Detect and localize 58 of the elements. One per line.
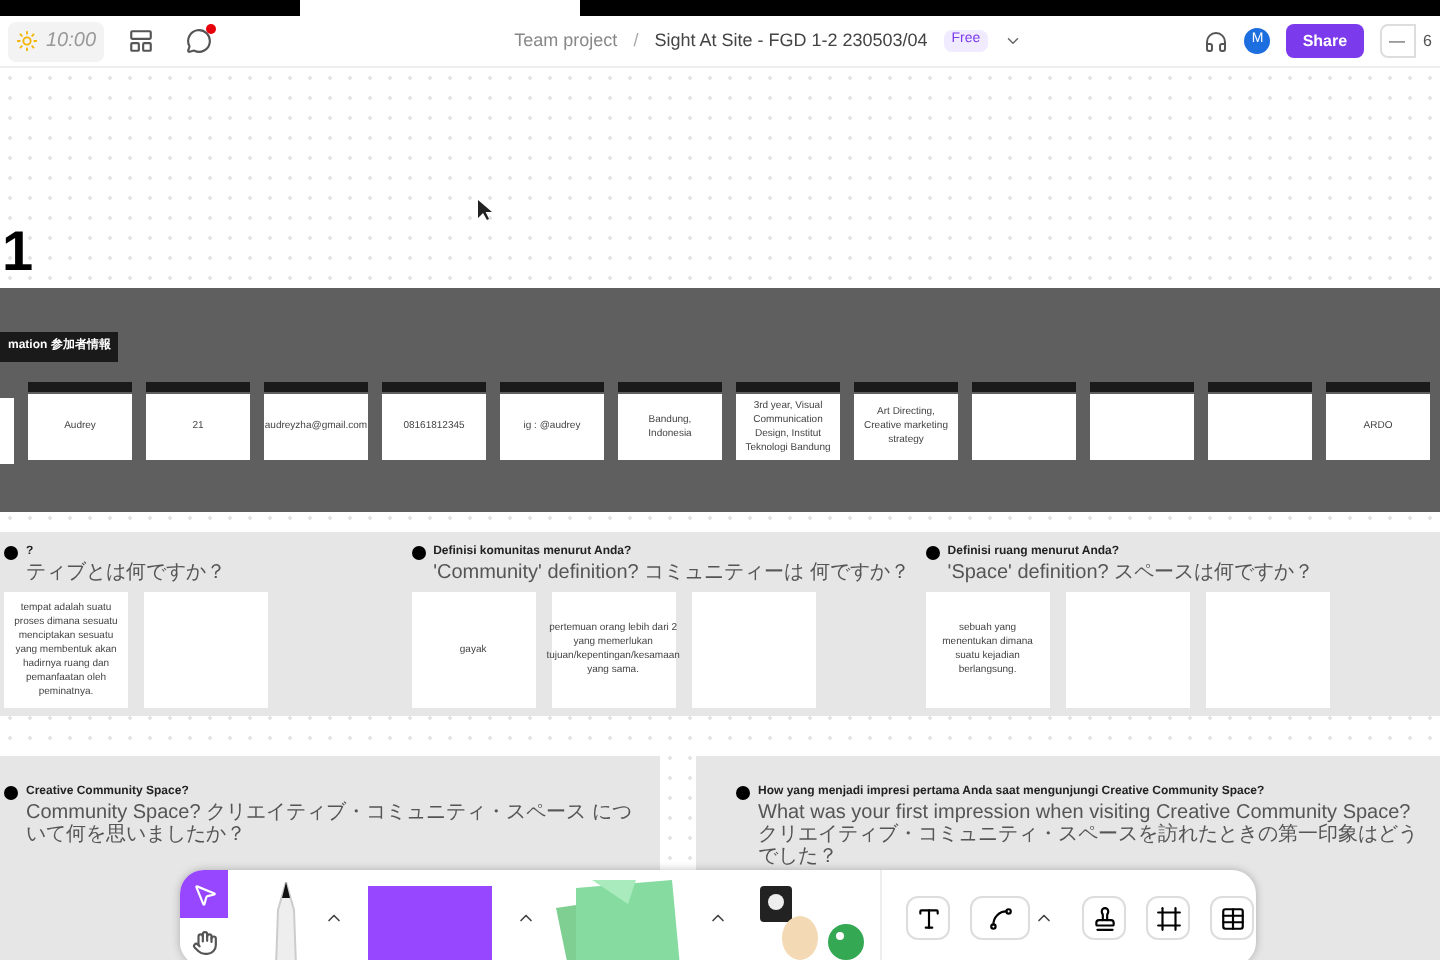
layout-icon[interactable] <box>128 28 155 54</box>
sticky-card <box>691 592 816 708</box>
sticky-card <box>1090 394 1194 460</box>
headphones-icon[interactable] <box>1204 29 1229 53</box>
column-header-bar <box>736 382 840 392</box>
sticky-card <box>0 398 14 464</box>
column-header-bar <box>146 382 250 392</box>
sticky-card <box>972 394 1076 460</box>
column-header-bar <box>1326 382 1430 392</box>
chevron-down-icon[interactable] <box>1004 32 1023 50</box>
pointer-icon <box>191 881 217 907</box>
sticky-card <box>1065 592 1190 708</box>
share-button[interactable]: Share <box>1286 24 1364 58</box>
comment-icon[interactable] <box>186 28 213 54</box>
cursor-icon <box>478 200 494 220</box>
column-header-bar <box>1090 382 1194 392</box>
stamp-tool[interactable] <box>1082 896 1126 940</box>
column-header-bar <box>854 382 958 392</box>
number-badge-icon <box>925 546 940 560</box>
question-subtitle: Community Space? クリエイティブ・コミュニティ・スペース について何を思いましたか？ <box>26 802 634 846</box>
frame-icon <box>1155 905 1181 931</box>
zoom-out-button[interactable]: — <box>1379 24 1416 58</box>
question-subtitle: What was your first impression when visiting Creative Community Space? クリエイティブ・コミュニティ・スペースを訪れたときの第一印象はどうでした？ <box>758 802 1420 868</box>
pen-tool-icon[interactable] <box>272 882 300 960</box>
column-header-bar <box>382 382 486 392</box>
connector-icon <box>987 905 1013 931</box>
number-badge-icon <box>4 786 18 800</box>
number-badge-icon <box>736 786 750 800</box>
frame-number: 1 <box>2 224 34 280</box>
question-subtitle: 'Space' definition? スペースは何ですか？ <box>947 562 1315 584</box>
text-icon <box>915 905 941 931</box>
number-badge-icon <box>411 546 426 560</box>
sun-icon <box>16 30 38 52</box>
select-tool[interactable] <box>180 870 228 918</box>
column-header-bar <box>1208 382 1312 392</box>
text-tool[interactable] <box>906 896 950 940</box>
table-tool[interactable] <box>1210 896 1254 940</box>
file-title[interactable]: Sight At Site - FGD 1-2 230503/04 <box>654 27 928 55</box>
sticky-card <box>1205 592 1330 708</box>
column-header-bar <box>264 382 368 392</box>
connector-tool[interactable] <box>970 896 1030 940</box>
column-header-bar <box>618 382 722 392</box>
column-header-bar <box>972 382 1076 392</box>
number-badge-icon <box>4 546 18 560</box>
breadcrumb-link[interactable]: Team project <box>514 27 618 55</box>
stickers-drawing[interactable] <box>756 882 868 960</box>
hand-icon <box>191 929 217 955</box>
question-subtitle: ティブとは何ですか？ <box>26 562 226 584</box>
zoom-level[interactable]: 6 <box>1415 29 1432 53</box>
sticky-card <box>1208 394 1312 460</box>
stamp-icon <box>1091 905 1117 931</box>
column-header-bar <box>500 382 604 392</box>
section-tool[interactable] <box>1146 896 1190 940</box>
table-icon <box>1219 905 1245 931</box>
column-header-bar <box>28 382 132 392</box>
question-subtitle: 'Community' definition? コミュニティーは 何ですか？ <box>433 562 910 584</box>
sticky-card <box>144 592 268 708</box>
breadcrumb-separator: / <box>633 27 639 54</box>
